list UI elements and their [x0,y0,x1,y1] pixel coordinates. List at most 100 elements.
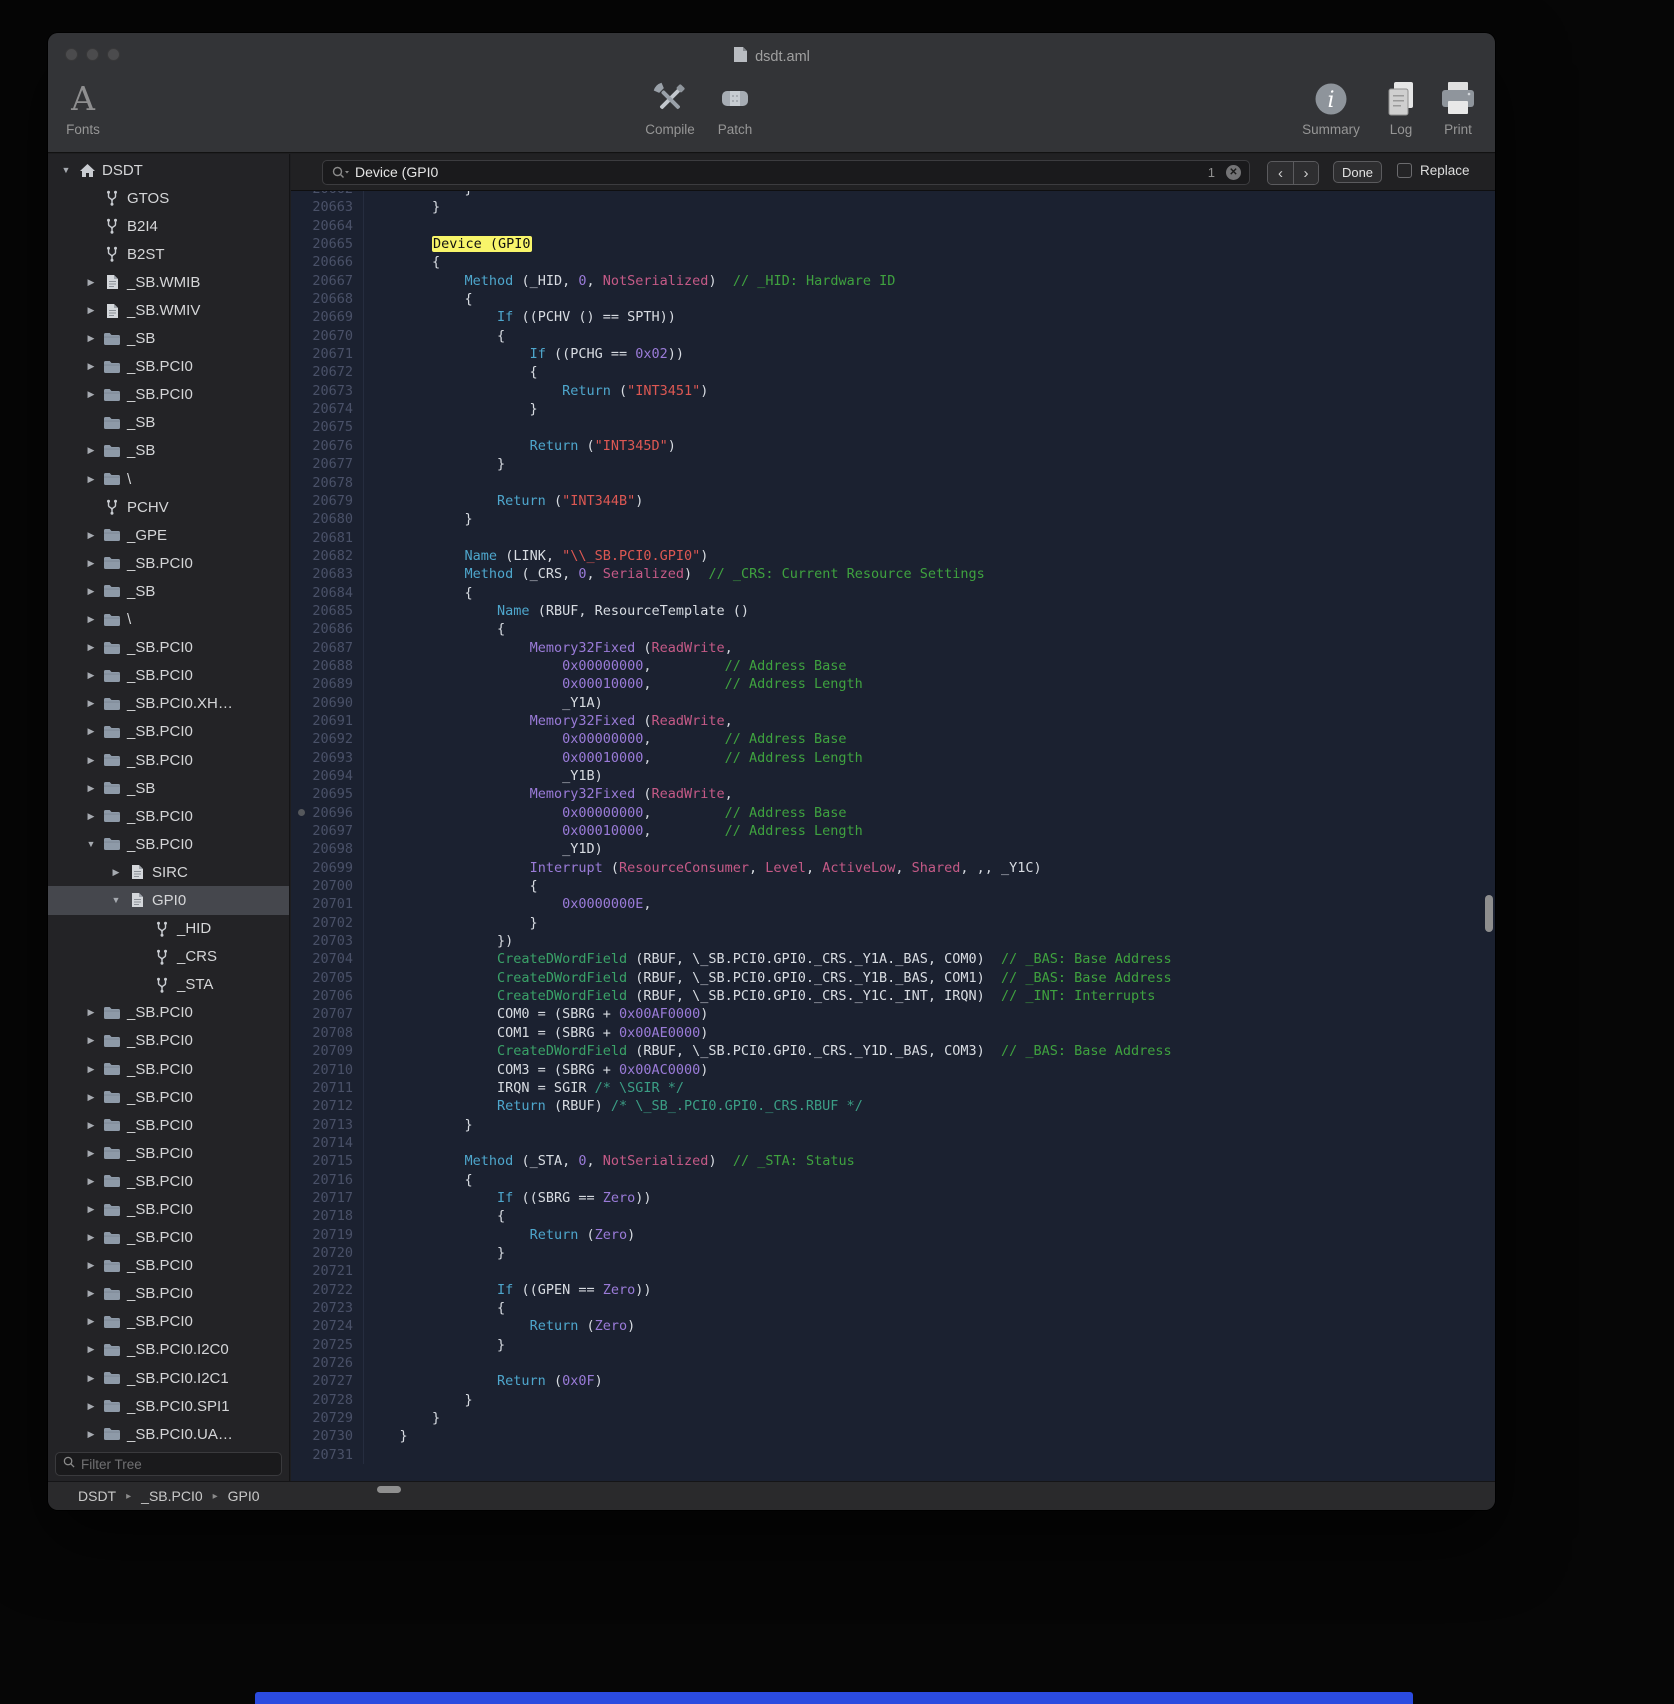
tree-item[interactable]: ▶_SB [48,437,289,465]
tree-item[interactable]: ▶_SB.PCI0 [48,1167,289,1195]
splitter-handle[interactable] [298,809,305,816]
done-button[interactable]: Done [1333,161,1382,183]
tree-item[interactable]: ▶_SB.PCI0 [48,1111,289,1139]
compile-button[interactable]: Compile [637,77,703,137]
tree-item[interactable]: ▶_SB.PCI0 [48,549,289,577]
tree-item[interactable]: ▶_SB.PCI0 [48,1308,289,1336]
tree-item[interactable]: _HID [48,915,289,943]
tree-item[interactable]: ▶_SB.PCI0 [48,353,289,381]
tree-item[interactable]: ▶_SB.PCI0 [48,802,289,830]
tree-item[interactable]: ▶\ [48,606,289,634]
disclosure-closed-icon[interactable]: ▶ [81,1120,101,1131]
disclosure-closed-icon[interactable]: ▶ [81,586,101,597]
tree-item[interactable]: ▶_SB.PCI0.XH… [48,690,289,718]
tree-item[interactable]: ▶_SB.PCI0 [48,634,289,662]
tree-item[interactable]: ▶_SB.PCI0.UA… [48,1420,289,1447]
tree-item[interactable]: ▶\ [48,465,289,493]
tree-item[interactable]: ▶_SB.WMIV [48,296,289,324]
tree-item[interactable]: ▼GPI0 [48,886,289,914]
disclosure-closed-icon[interactable]: ▶ [81,277,101,288]
tree-item[interactable]: ▶_SB.PCI0 [48,662,289,690]
tree-item[interactable]: PCHV [48,493,289,521]
disclosure-closed-icon[interactable]: ▶ [81,361,101,372]
disclosure-open-icon[interactable]: ▼ [81,839,101,849]
disclosure-closed-icon[interactable]: ▶ [81,333,101,344]
replace-checkbox[interactable] [1397,163,1412,178]
disclosure-closed-icon[interactable]: ▶ [81,1204,101,1215]
breadcrumb-item[interactable]: DSDT [78,1488,116,1504]
disclosure-closed-icon[interactable]: ▶ [81,1316,101,1327]
disclosure-closed-icon[interactable]: ▶ [81,755,101,766]
tree-item[interactable]: ▶SIRC [48,858,289,886]
disclosure-closed-icon[interactable]: ▶ [81,726,101,737]
tree-item[interactable]: ▶_GPE [48,521,289,549]
search-icon[interactable] [332,166,350,184]
clear-search-button[interactable]: ✕ [1226,165,1241,180]
disclosure-closed-icon[interactable]: ▶ [81,445,101,456]
disclosure-closed-icon[interactable]: ▶ [81,474,101,485]
tree-item[interactable]: ▶_SB.PCI0 [48,1224,289,1252]
tree-item[interactable]: B2ST [48,240,289,268]
vertical-scrollbar-thumb[interactable] [1485,895,1493,932]
disclosure-closed-icon[interactable]: ▶ [81,614,101,625]
patch-button[interactable]: Patch [702,77,768,137]
breadcrumb-item[interactable]: GPI0 [228,1488,260,1504]
tree-item[interactable]: ▶_SB [48,774,289,802]
disclosure-closed-icon[interactable]: ▶ [81,1176,101,1187]
tree-item[interactable]: _STA [48,971,289,999]
print-button[interactable]: Print [1425,77,1491,137]
tree-item[interactable]: ▶_SB.PCI0 [48,1252,289,1280]
tree-item[interactable]: ▶_SB.PCI0 [48,999,289,1027]
disclosure-closed-icon[interactable]: ▶ [81,530,101,541]
summary-button[interactable]: i Summary [1298,77,1364,137]
tree-item[interactable]: ▶_SB.PCI0 [48,1027,289,1055]
tree-item[interactable]: ▶_SB.PCI0.I2C1 [48,1364,289,1392]
tree-item[interactable]: ▼_SB.PCI0 [48,830,289,858]
disclosure-closed-icon[interactable]: ▶ [81,1260,101,1271]
disclosure-closed-icon[interactable]: ▶ [81,642,101,653]
disclosure-closed-icon[interactable]: ▶ [81,1035,101,1046]
tree-item[interactable]: ▶_SB.WMIB [48,268,289,296]
disclosure-open-icon[interactable]: ▼ [106,895,126,905]
tree-item[interactable]: GTOS [48,184,289,212]
tree-item[interactable]: ▶_SB.PCI0.SPI1 [48,1392,289,1420]
tree-item[interactable]: B2I4 [48,212,289,240]
disclosure-closed-icon[interactable]: ▶ [81,811,101,822]
tree-item[interactable]: ▶_SB.PCI0 [48,1280,289,1308]
disclosure-closed-icon[interactable]: ▶ [81,1344,101,1355]
disclosure-closed-icon[interactable]: ▶ [81,1373,101,1384]
disclosure-closed-icon[interactable]: ▶ [81,1092,101,1103]
disclosure-closed-icon[interactable]: ▶ [81,1064,101,1075]
disclosure-closed-icon[interactable]: ▶ [81,558,101,569]
disclosure-closed-icon[interactable]: ▶ [81,389,101,400]
tree-item[interactable]: ▶_SB.PCI0.I2C0 [48,1336,289,1364]
disclosure-closed-icon[interactable]: ▶ [81,1401,101,1412]
filter-tree-input[interactable]: Filter Tree [55,1452,282,1476]
disclosure-closed-icon[interactable]: ▶ [81,1232,101,1243]
tree-item[interactable]: ▶_SB.PCI0 [48,1195,289,1223]
disclosure-closed-icon[interactable]: ▶ [81,1148,101,1159]
disclosure-open-icon[interactable]: ▼ [56,165,76,175]
tree-item[interactable]: _CRS [48,943,289,971]
disclosure-closed-icon[interactable]: ▶ [106,867,126,878]
disclosure-closed-icon[interactable]: ▶ [81,1288,101,1299]
disclosure-closed-icon[interactable]: ▶ [81,1007,101,1018]
tree-item[interactable]: _SB [48,409,289,437]
disclosure-closed-icon[interactable]: ▶ [81,783,101,794]
tree-item[interactable]: ▶_SB.PCI0 [48,746,289,774]
find-input[interactable]: Device (GPI0 1 ✕ [322,160,1250,185]
breadcrumb-item[interactable]: _SB.PCI0 [141,1488,202,1504]
tree-item[interactable]: ▶_SB [48,577,289,605]
horizontal-scrollbar-thumb[interactable] [377,1486,401,1493]
disclosure-closed-icon[interactable]: ▶ [81,1429,101,1440]
tree-item[interactable]: ▶_SB.PCI0 [48,718,289,746]
find-previous-button[interactable]: ‹ [1268,162,1293,184]
find-next-button[interactable]: › [1293,162,1318,184]
tree-item[interactable]: ▶_SB.PCI0 [48,1055,289,1083]
disclosure-closed-icon[interactable]: ▶ [81,670,101,681]
sidebar-tree[interactable]: ▼DSDTGTOSB2I4B2ST▶_SB.WMIB▶_SB.WMIV▶_SB▶… [48,156,289,1447]
disclosure-closed-icon[interactable]: ▶ [81,305,101,316]
tree-item[interactable]: ▶_SB.PCI0 [48,1083,289,1111]
tree-item[interactable]: ▶_SB.PCI0 [48,1139,289,1167]
tree-item[interactable]: ▶_SB.PCI0 [48,381,289,409]
